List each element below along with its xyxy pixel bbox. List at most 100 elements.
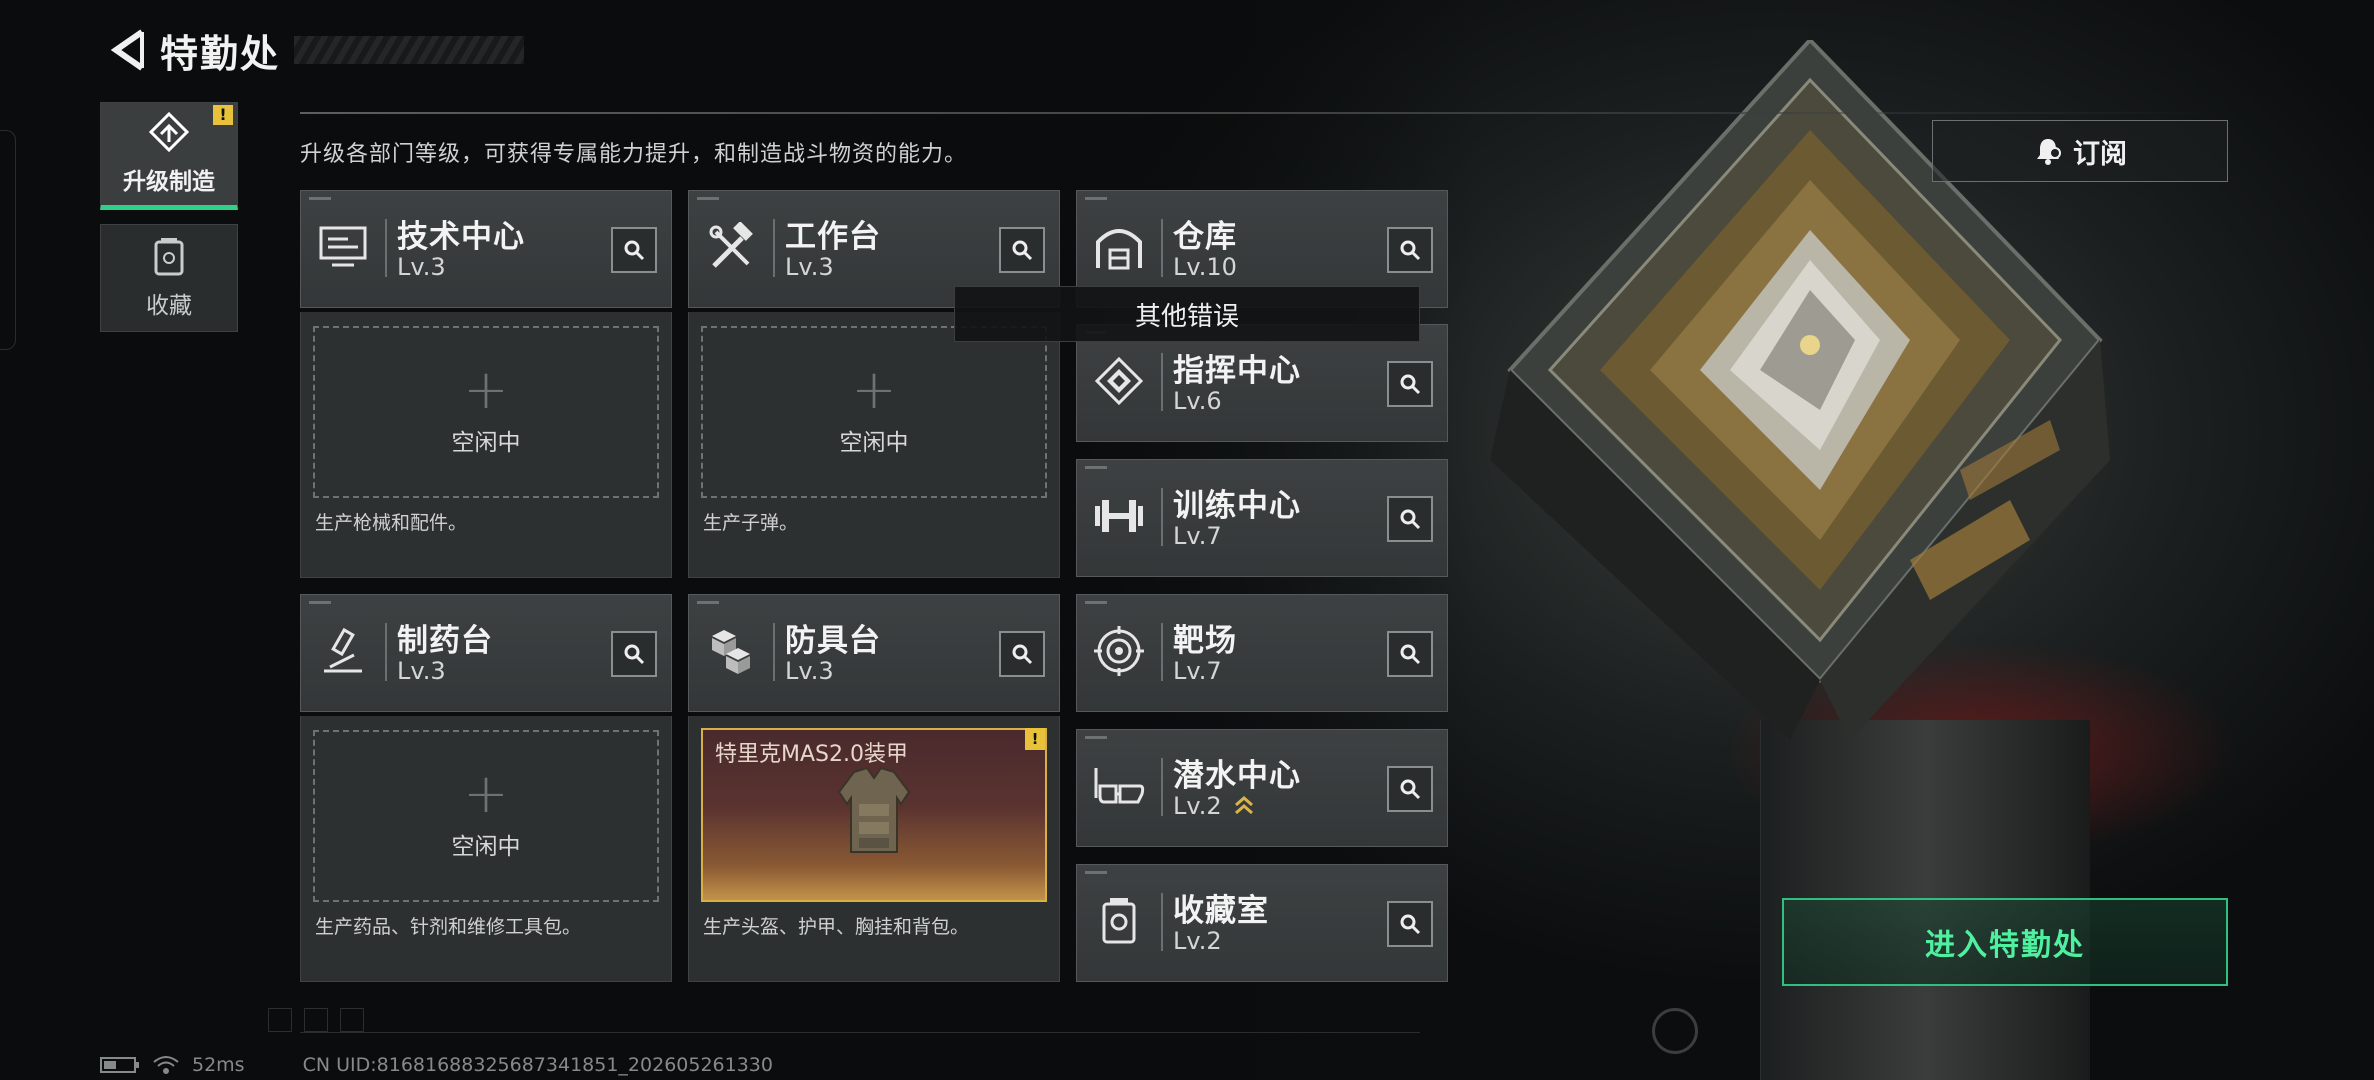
search-icon	[1400, 644, 1421, 665]
dept-level-text: Lv.2	[1173, 792, 1222, 820]
dept-card-diving-center[interactable]: 潜水中心 Lv.2	[1076, 729, 1448, 847]
status-bar: 52ms CN UID:8168168832568734185​1_202605…	[100, 1052, 773, 1078]
enter-button-label: 进入特勤处	[1925, 928, 2085, 963]
warehouse-icon	[1089, 217, 1149, 277]
card-tag	[1085, 736, 1107, 739]
search-button[interactable]	[1387, 361, 1433, 407]
search-button[interactable]	[999, 631, 1045, 677]
uid-label: CN UID:8168168832568734185​1_20260526133…	[302, 1054, 773, 1076]
dept-name: 技术中心	[397, 219, 525, 255]
search-button[interactable]	[1387, 227, 1433, 273]
dept-name: 仓库	[1173, 219, 1237, 255]
dept-name: 防具台	[785, 623, 881, 659]
search-icon	[1400, 779, 1421, 800]
search-icon	[1400, 374, 1421, 395]
production-item-armor[interactable]: 特里克MAS2.0装甲 !	[701, 728, 1047, 902]
dept-name: 训练中心	[1173, 488, 1301, 524]
card-tag	[1085, 601, 1107, 604]
card-separator	[1161, 219, 1163, 277]
production-description: 生产头盔、护甲、胸挂和背包。	[703, 916, 970, 938]
production-description: 生产子弹。	[703, 512, 799, 534]
search-button[interactable]	[1387, 901, 1433, 947]
dept-level: Lv.3	[785, 657, 834, 685]
search-icon	[624, 240, 645, 261]
enter-button[interactable]: 进入特勤处	[1782, 898, 2228, 986]
plus-icon: +	[463, 762, 509, 825]
deco-square	[340, 1008, 364, 1032]
page-description: 升级各部门等级，可获得专属能力提升，和制造战斗物资的能力。	[300, 142, 968, 167]
dept-name: 指挥中心	[1173, 353, 1301, 389]
production-description: 生产枪械和配件。	[315, 512, 468, 534]
dept-name: 收藏室	[1173, 893, 1269, 929]
card-tag	[1085, 466, 1107, 469]
dept-card-shooting-range[interactable]: 靶场 Lv.7	[1076, 594, 1448, 712]
warning-badge: !	[1025, 728, 1045, 750]
search-icon	[1400, 509, 1421, 530]
dept-card-tech-center[interactable]: 技术中心 Lv.3	[300, 190, 672, 308]
production-slot[interactable]: + 空闲中	[313, 730, 659, 902]
search-button[interactable]	[1387, 496, 1433, 542]
card-tag	[309, 601, 331, 604]
production-description: 生产药品、针剂和维修工具包。	[315, 916, 582, 938]
dept-name: 工作台	[785, 219, 881, 255]
subscribe-label: 订阅	[2073, 138, 2127, 170]
production-panel-tech: + 空闲中 生产枪械和配件。	[300, 312, 672, 578]
search-icon	[624, 644, 645, 665]
card-separator	[385, 623, 387, 681]
upgrade-icon	[148, 112, 190, 153]
side-item-collection[interactable]: 收藏	[100, 224, 238, 332]
production-slot[interactable]: + 空闲中	[701, 326, 1047, 498]
card-separator	[385, 219, 387, 277]
search-button[interactable]	[611, 227, 657, 273]
idle-label: 空闲中	[451, 430, 521, 456]
cubes-icon	[701, 621, 761, 681]
dept-card-training-center[interactable]: 训练中心 Lv.7	[1076, 459, 1448, 577]
search-button[interactable]	[1387, 766, 1433, 812]
production-panel-pharmacy: + 空闲中 生产药品、针剂和维修工具包。	[300, 716, 672, 982]
dumbbell-icon	[1089, 486, 1149, 546]
logo-circle	[1652, 1008, 1698, 1054]
tech-icon	[313, 217, 373, 277]
card-separator	[1161, 758, 1163, 816]
bottom-decoration	[268, 1008, 376, 1032]
dept-card-collection-room[interactable]: 收藏室 Lv.2	[1076, 864, 1448, 982]
search-button[interactable]	[999, 227, 1045, 273]
wifi-icon	[153, 1056, 179, 1074]
card-tag	[697, 197, 719, 200]
back-button[interactable]	[100, 22, 156, 78]
card-separator	[773, 219, 775, 277]
back-arrow-icon	[110, 29, 144, 71]
card-separator	[1161, 353, 1163, 411]
subscribe-button[interactable]: 订阅	[1932, 120, 2228, 182]
plus-icon: +	[463, 358, 509, 421]
dept-level: Lv.7	[1173, 522, 1222, 550]
dept-level: Lv.3	[397, 657, 446, 685]
page-title: 特勤处	[160, 31, 281, 76]
idle-label: 空闲中	[451, 834, 521, 860]
idle-label: 空闲中	[839, 430, 909, 456]
dept-level: Lv.10	[1173, 253, 1237, 281]
card-tag	[697, 601, 719, 604]
search-icon	[1400, 240, 1421, 261]
card-separator	[773, 623, 775, 681]
dept-name: 潜水中心	[1173, 758, 1301, 794]
dept-level: Lv.6	[1173, 387, 1222, 415]
target-icon	[1089, 621, 1149, 681]
production-panel-workbench: + 空闲中 生产子弹。	[688, 312, 1060, 578]
collection-icon	[1089, 891, 1149, 951]
microscope-icon	[313, 621, 373, 681]
dept-card-pharmacy[interactable]: 制药台 Lv.3	[300, 594, 672, 712]
search-button[interactable]	[1387, 631, 1433, 677]
production-panel-armor: 特里克MAS2.0装甲 ! 生产头盔、护甲、胸挂和背包。	[688, 716, 1060, 982]
dept-card-armor-bench[interactable]: 防具台 Lv.3	[688, 594, 1060, 712]
search-icon	[1400, 914, 1421, 935]
side-item-label: 升级制造	[123, 169, 215, 195]
deco-square	[304, 1008, 328, 1032]
production-slot[interactable]: + 空闲中	[313, 326, 659, 498]
card-tag	[309, 197, 331, 200]
search-button[interactable]	[611, 631, 657, 677]
armor-vest-image	[837, 766, 911, 853]
dept-name: 制药台	[397, 623, 493, 659]
side-item-upgrade[interactable]: ! 升级制造	[100, 102, 238, 210]
card-tag	[1085, 197, 1107, 200]
